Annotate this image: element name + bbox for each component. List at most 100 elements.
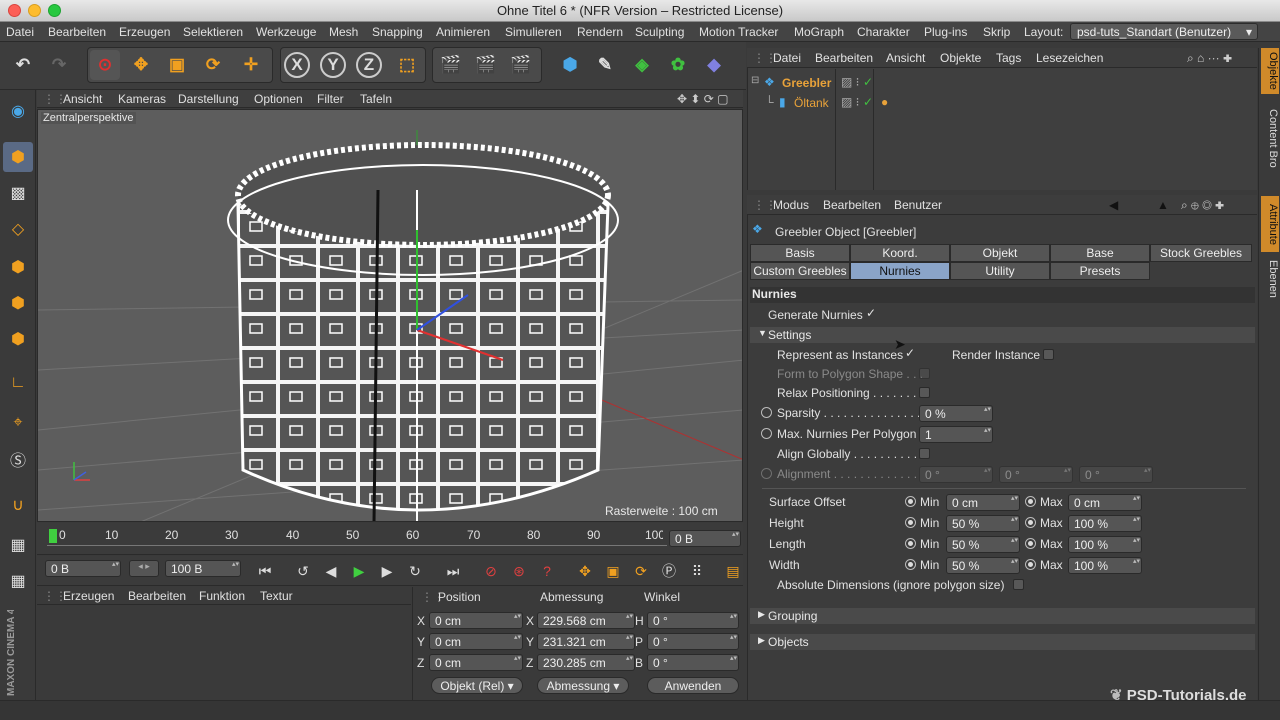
object-menu-objekte[interactable]: Objekte	[940, 51, 981, 65]
menu-sculpting[interactable]: Sculpting	[635, 25, 684, 39]
play-icon[interactable]: ▶	[347, 560, 371, 582]
tab-objekt[interactable]: Objekt	[950, 244, 1050, 262]
rotate-tool-icon[interactable]: ⟳	[198, 50, 228, 80]
render-view-icon[interactable]: 🎬	[436, 50, 466, 80]
grouping-group[interactable]: ▶ Grouping	[750, 608, 1255, 624]
cube-object-icon[interactable]: ⬢	[555, 50, 585, 80]
locked-workplane-icon[interactable]: ▦	[3, 566, 33, 596]
redo-icon[interactable]: ↷	[44, 50, 74, 80]
surface-offset-max-field[interactable]: 0 cm	[1068, 494, 1142, 511]
layout-select[interactable]: psd-tuts_Standart (Benutzer) ▾	[1070, 23, 1258, 40]
position-z-field[interactable]: 0 cm	[429, 654, 523, 671]
max-nurnies-field[interactable]: 1	[919, 426, 993, 443]
up-arrow-icon[interactable]: ▲	[1157, 198, 1169, 212]
texture-mode-icon[interactable]: ▩	[3, 178, 33, 208]
viewport-navigation-icon[interactable]: ✥ ⬍ ⟳ ▢	[677, 92, 729, 106]
render-picture-viewer-icon[interactable]: 🎬	[471, 50, 501, 80]
attribute-menu-bearbeiten[interactable]: Bearbeiten	[823, 198, 881, 212]
alignment-p-field[interactable]: 0 °	[999, 466, 1073, 483]
current-frame-field[interactable]: 0 B	[669, 530, 741, 547]
workplane-mode-icon[interactable]: ◇	[3, 214, 33, 244]
record-icon[interactable]: ⊘	[479, 560, 503, 582]
relax-positioning-checkbox[interactable]	[919, 387, 930, 398]
menu-rendern[interactable]: Rendern	[577, 25, 623, 39]
length-max-animate-icon[interactable]	[1025, 538, 1036, 549]
size-x-field[interactable]: 229.568 cm	[537, 612, 635, 629]
back-arrow-icon[interactable]: ◀	[1109, 198, 1118, 212]
sparsity-animate-icon[interactable]	[761, 407, 772, 418]
previous-frame-icon[interactable]: ◀	[319, 560, 343, 582]
menu-mesh[interactable]: Mesh	[329, 25, 358, 39]
surface-offset-min-animate-icon[interactable]	[905, 496, 916, 507]
tab-base[interactable]: Base	[1050, 244, 1150, 262]
render-instance-checkbox[interactable]	[1043, 349, 1054, 360]
menu-simulieren[interactable]: Simulieren	[505, 25, 562, 39]
key-parameter-icon[interactable]: Ⓟ	[657, 560, 681, 582]
magnet-icon[interactable]: ∪	[3, 490, 33, 520]
material-menu-funktion[interactable]: Funktion	[199, 589, 245, 603]
snap-icon[interactable]: Ⓢ	[3, 444, 33, 474]
viewport-menu-ansicht[interactable]: Ansicht	[63, 92, 102, 106]
tab-stock-greebles[interactable]: Stock Greebles	[1150, 244, 1252, 262]
surface-offset-max-animate-icon[interactable]	[1025, 496, 1036, 507]
key-rotation-icon[interactable]: ⟳	[629, 560, 653, 582]
axis-mode-icon[interactable]: ∟	[3, 368, 33, 398]
object-menu-ansicht[interactable]: Ansicht	[886, 51, 925, 65]
height-max-animate-icon[interactable]	[1025, 517, 1036, 528]
tab-nurnies[interactable]: Nurnies	[850, 262, 950, 280]
rotation-h-field[interactable]: 0 °	[647, 612, 739, 629]
size-z-field[interactable]: 230.285 cm	[537, 654, 635, 671]
length-min-animate-icon[interactable]	[905, 538, 916, 549]
deformer-icon[interactable]: ◆	[699, 50, 729, 80]
next-frame-icon[interactable]: ▶	[375, 560, 399, 582]
sparsity-field[interactable]: 0 %	[919, 405, 993, 422]
viewport-menu-tafeln[interactable]: Tafeln	[360, 92, 392, 106]
height-min-field[interactable]: 50 %	[946, 515, 1020, 532]
key-scale-icon[interactable]: ▣	[601, 560, 625, 582]
alignment-b-field[interactable]: 0 °	[1079, 466, 1153, 483]
width-min-animate-icon[interactable]	[905, 559, 916, 570]
make-editable-icon[interactable]: ◉	[3, 96, 33, 126]
alignment-h-field[interactable]: 0 °	[919, 466, 993, 483]
enabled-check-icon[interactable]: ✓	[863, 75, 873, 89]
material-menu-textur[interactable]: Textur	[260, 589, 293, 603]
material-menu-bearbeiten[interactable]: Bearbeiten	[128, 589, 186, 603]
previous-key-icon[interactable]: ↺	[291, 560, 315, 582]
start-frame-field[interactable]: 0 B	[45, 560, 121, 577]
tab-presets[interactable]: Presets	[1050, 262, 1150, 280]
visibility-icon[interactable]: ▨ ⁝	[841, 75, 860, 89]
position-x-field[interactable]: 0 cm	[429, 612, 523, 629]
width-max-animate-icon[interactable]	[1025, 559, 1036, 570]
go-to-start-icon[interactable]: ⏮	[253, 560, 277, 582]
spline-pen-icon[interactable]: ✎	[590, 50, 620, 80]
z-axis-lock-button[interactable]: Z	[356, 52, 382, 78]
key-position-icon[interactable]: ✥	[573, 560, 597, 582]
points-mode-icon[interactable]: ⬢	[3, 252, 33, 282]
go-to-end-icon[interactable]: ⏭	[441, 560, 465, 582]
settings-group[interactable]: ▼ Settings	[750, 327, 1255, 343]
tab-objekte[interactable]: Objekte	[1261, 48, 1279, 94]
object-menu-bearbeiten[interactable]: Bearbeiten	[815, 51, 873, 65]
viewport-menu-optionen[interactable]: Optionen	[254, 92, 303, 106]
select-tool-icon[interactable]: ⊙	[90, 50, 120, 80]
menu-bearbeiten[interactable]: Bearbeiten	[48, 25, 106, 39]
timeline[interactable]: 0 10 20 30 40 50 60 70 80 90 100 0 B	[37, 523, 743, 555]
menu-mograph[interactable]: MoGraph	[794, 25, 844, 39]
workplane-icon[interactable]: ▦	[3, 530, 33, 560]
model-mode-icon[interactable]: ⬢	[3, 142, 33, 172]
apply-button[interactable]: Anwenden	[647, 677, 739, 694]
key-pla-icon[interactable]: ⠿	[685, 560, 709, 582]
menu-skript[interactable]: Skrip	[983, 25, 1010, 39]
menu-motion-tracker[interactable]: Motion Tracker	[699, 25, 778, 39]
object-menu-datei[interactable]: Datei	[773, 51, 801, 65]
objects-group[interactable]: ▶ Objects	[750, 634, 1255, 650]
width-max-field[interactable]: 100 %	[1068, 557, 1142, 574]
size-y-field[interactable]: 231.321 cm	[537, 633, 635, 650]
tab-ebenen[interactable]: Ebenen	[1261, 256, 1279, 302]
material-menu-erzeugen[interactable]: Erzeugen	[63, 589, 114, 603]
viewport-menu-kameras[interactable]: Kameras	[118, 92, 166, 106]
undo-icon[interactable]: ↶	[8, 50, 38, 80]
absolute-dimensions-checkbox[interactable]	[1013, 579, 1024, 590]
tweak-mode-icon[interactable]: ⌖	[3, 408, 33, 438]
menu-datei[interactable]: Datei	[6, 25, 34, 39]
